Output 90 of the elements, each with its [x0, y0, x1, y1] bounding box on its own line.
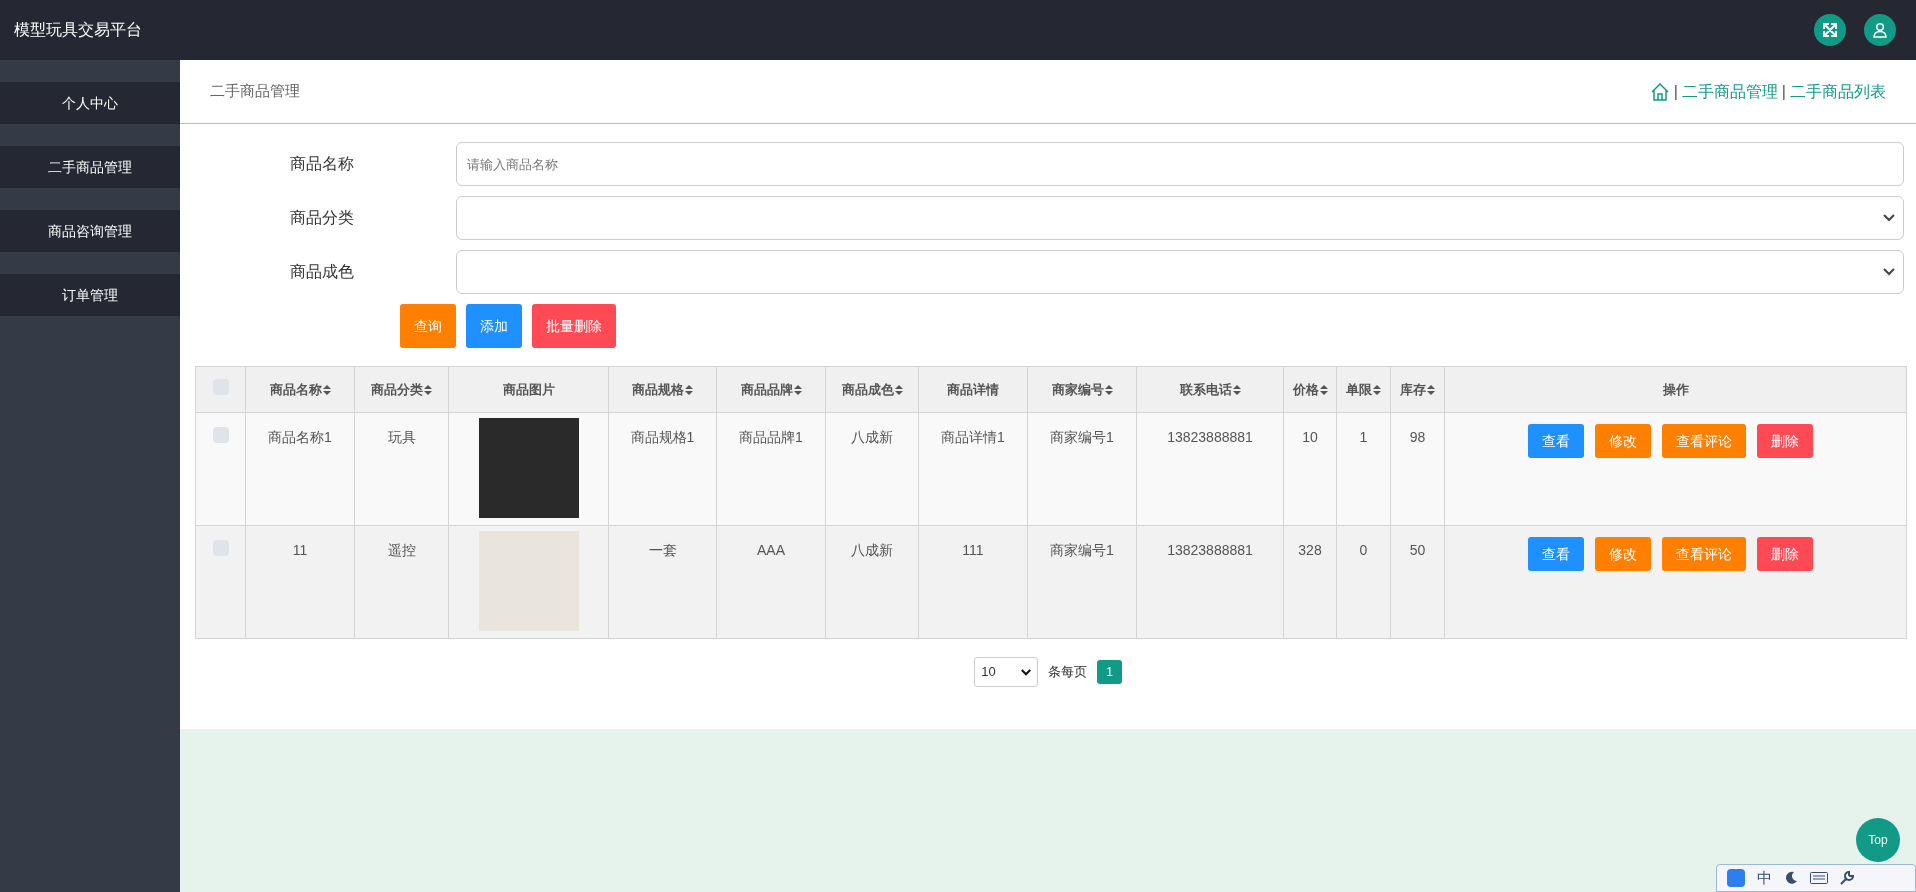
wrench-icon[interactable] [1840, 871, 1854, 885]
column-header: 商品规格 [608, 366, 717, 413]
select-field[interactable] [456, 196, 1904, 240]
moon-icon[interactable] [1784, 871, 1798, 885]
table-cell: 八成新 [825, 525, 919, 639]
sort-icon[interactable] [1232, 385, 1241, 396]
row-action-button[interactable]: 修改 [1595, 424, 1651, 458]
row-action-button[interactable]: 删除 [1757, 424, 1813, 458]
chevron-down-icon [1883, 268, 1895, 276]
per-page-label: 条每页 [1048, 663, 1088, 682]
row-action-button[interactable]: 修改 [1595, 537, 1651, 571]
row-action-button[interactable]: 查看 [1528, 424, 1584, 458]
select-field[interactable] [456, 250, 1904, 294]
row-action-button[interactable]: 查看 [1528, 537, 1584, 571]
sort-icon[interactable] [1373, 385, 1381, 396]
ime-mode-toggle[interactable]: 中 [1757, 866, 1772, 890]
ime-logo-icon[interactable] [1727, 869, 1745, 887]
form-button[interactable]: 添加 [466, 304, 522, 348]
user-button[interactable] [1864, 14, 1896, 46]
breadcrumb-link[interactable]: 二手商品管理 [1681, 79, 1778, 104]
form-button[interactable]: 批量删除 [532, 304, 616, 348]
table-cell: 50 [1390, 525, 1445, 639]
chevron-down-icon [1883, 214, 1895, 222]
page-size-select[interactable]: 10 [974, 657, 1039, 687]
breadcrumb-separator: | [1781, 81, 1786, 102]
search-field[interactable]: 请输入商品名称 [456, 142, 1904, 186]
column-header: 商品名称 [245, 366, 355, 413]
field-label: 商品成色 [290, 262, 355, 282]
column-header: 联系电话 [1136, 366, 1284, 413]
fullscreen-button[interactable] [1814, 14, 1846, 46]
column-header: 商品详情 [918, 366, 1028, 413]
table-cell: 1 [1336, 412, 1391, 526]
table-cell: 98 [1390, 412, 1445, 526]
table-cell: 0 [1336, 525, 1391, 639]
table-cell: 一套 [608, 525, 717, 639]
sort-icon[interactable] [424, 385, 432, 396]
column-header: 价格 [1283, 366, 1337, 413]
sidebar-item[interactable]: 二手商品管理 [0, 146, 180, 188]
app-title: 模型玩具交易平台 [14, 20, 142, 40]
table-cell: 商品规格1 [608, 412, 717, 526]
column-header: 操作 [1444, 366, 1907, 413]
table-cell: 商家编号1 [1027, 412, 1137, 526]
table-cell: 10 [1283, 412, 1337, 526]
sidebar-item[interactable]: 商品咨询管理 [0, 210, 180, 252]
table-cell: 商家编号1 [1027, 525, 1137, 639]
user-icon [1872, 22, 1888, 38]
table-cell: 13823888881 [1136, 525, 1284, 639]
sort-icon[interactable] [1319, 385, 1328, 396]
chevron-down-icon [1021, 668, 1032, 676]
field-label: 商品名称 [290, 154, 355, 174]
keyboard-icon[interactable] [1810, 872, 1828, 884]
field-label: 商品分类 [290, 208, 355, 228]
breadcrumb-separator: | [1673, 81, 1678, 102]
form-button[interactable]: 查询 [400, 304, 456, 348]
column-header: 商品分类 [354, 366, 449, 413]
column-header: 商家编号 [1027, 366, 1137, 413]
sort-icon[interactable] [793, 385, 802, 396]
row-action-button[interactable]: 查看评论 [1662, 537, 1746, 571]
table-cell: 玩具 [354, 412, 449, 526]
table-cell: 13823888881 [1136, 412, 1284, 526]
sort-icon[interactable] [685, 385, 693, 396]
breadcrumb-link[interactable]: 二手商品列表 [1790, 79, 1886, 104]
row-action-button[interactable]: 查看评论 [1662, 424, 1746, 458]
table-cell: 328 [1283, 525, 1337, 639]
table-cell: 111 [918, 525, 1028, 639]
page-button[interactable]: 1 [1097, 660, 1122, 684]
sort-icon[interactable] [894, 385, 903, 396]
sort-icon[interactable] [322, 385, 331, 396]
column-header: 商品成色 [825, 366, 919, 413]
table-cell: 商品品牌1 [716, 412, 826, 526]
column-header: 商品图片 [448, 366, 609, 413]
column-header: 单限 [1336, 366, 1391, 413]
sidebar-item[interactable]: 个人中心 [0, 82, 180, 124]
table-cell: 商品详情1 [918, 412, 1028, 526]
table-cell: AAA [716, 525, 826, 639]
row-action-button[interactable]: 删除 [1757, 537, 1813, 571]
page-title: 二手商品管理 [210, 81, 300, 102]
home-icon[interactable] [1649, 81, 1670, 102]
table-cell: 遥控 [354, 525, 449, 639]
table-cell: 商品名称1 [245, 412, 355, 526]
expand-arrows-icon [1822, 22, 1838, 38]
column-header: 商品品牌 [716, 366, 826, 413]
checkbox[interactable] [212, 427, 229, 443]
table-cell: 八成新 [825, 412, 919, 526]
back-to-top-button[interactable]: Top [1856, 818, 1900, 862]
sidebar-item[interactable]: 订单管理 [0, 274, 180, 316]
sort-icon[interactable] [1427, 385, 1435, 396]
column-header: 库存 [1390, 366, 1445, 413]
table-cell: 11 [245, 525, 355, 639]
sort-icon[interactable] [1104, 385, 1113, 396]
